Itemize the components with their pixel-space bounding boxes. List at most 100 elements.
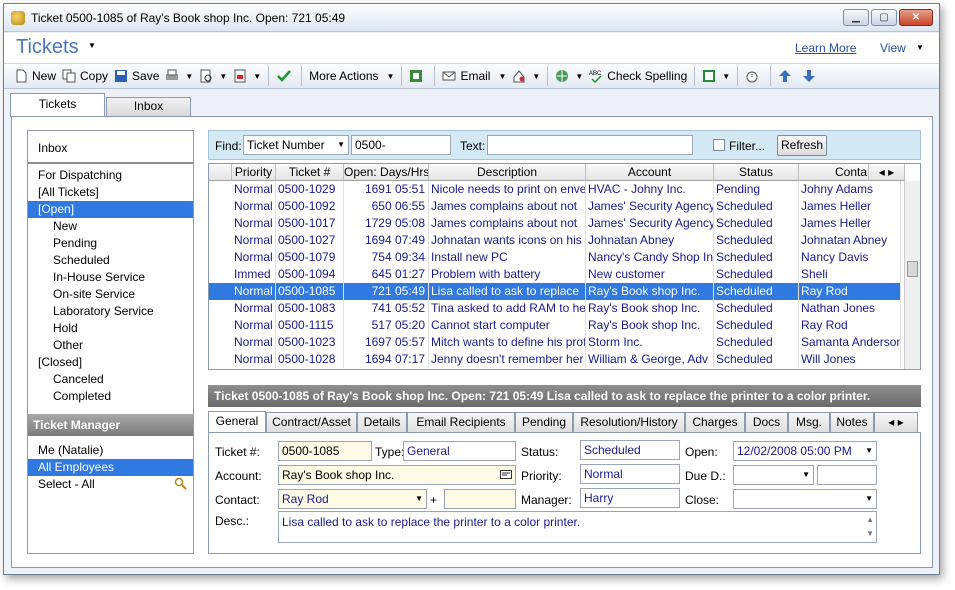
tab-notes[interactable]: Notes [830,412,874,432]
account-field[interactable]: Ray's Book shop Inc. [278,465,516,485]
chevron-down-icon[interactable]: ▼ [916,43,924,52]
maximize-button[interactable]: ▢ [871,9,897,26]
more-actions-button[interactable]: More Actions ▼ [306,65,397,87]
new-button[interactable]: New [11,65,59,87]
chevron-down-icon[interactable]: ▼ [415,490,423,508]
learn-more-link[interactable]: Learn More [795,41,856,55]
table-row[interactable]: Normal 0500-1017 1729 05:08 James complains… [209,215,901,232]
column-header-status[interactable]: Status [714,164,799,181]
send-button[interactable]: ▼ [509,65,543,87]
view-menu[interactable]: View [880,41,906,55]
sidebar-item-canceled[interactable]: Canceled [28,371,193,388]
column-header-ticket[interactable]: Ticket # [276,164,344,181]
column-header-description[interactable]: Description [429,164,586,181]
manager-item-me[interactable]: Me (Natalie) [28,442,193,459]
chevron-down-icon[interactable]: ▼ [337,136,345,154]
email-button[interactable]: Email ▼ [439,65,509,87]
chevron-down-icon[interactable]: ▼ [865,490,873,508]
description-field[interactable]: Lisa called to ask to replace the printe… [278,511,877,543]
tab-contract-asset[interactable]: Contract/Asset [266,412,357,432]
sidebar-item-other[interactable]: Other [28,337,193,354]
priority-field[interactable]: Normal [580,464,680,484]
chevron-down-icon[interactable]: ▼ [219,72,227,81]
column-header-account[interactable]: Account [586,164,714,181]
tab-scroll-arrows[interactable]: ◂ ▸ [874,412,918,432]
type-field[interactable]: General [403,441,516,461]
chevron-down-icon[interactable]: ▼ [802,466,810,484]
card-icon[interactable] [500,469,512,484]
due-date-field[interactable]: ▼ [733,465,814,485]
chevron-down-icon[interactable]: ▼ [88,41,96,50]
chevron-down-icon[interactable]: ▼ [575,72,583,81]
vertical-scrollbar[interactable] [904,181,920,369]
tab-inbox[interactable]: Inbox [106,97,191,116]
export-button[interactable]: ▼ [699,65,733,87]
sidebar-item-hold[interactable]: Hold [28,320,193,337]
module-title[interactable]: Tickets [16,36,79,59]
open-date-field[interactable]: 12/02/2008 05:00 PM ▼ [733,441,877,461]
sidebar-item-laboratory-service[interactable]: Laboratory Service [28,303,193,320]
sidebar-item-for-dispatching[interactable]: For Dispatching [28,167,193,184]
tab-email-recipients[interactable]: Email Recipients [407,412,515,432]
status-field[interactable]: Scheduled [580,440,680,460]
tab-charges[interactable]: Charges [685,412,745,432]
chevron-down-icon[interactable]: ▼ [185,72,193,81]
title-bar[interactable]: Ticket 0500-1085 of Ray's Book shop Inc.… [4,4,939,32]
manager-item-all-employees[interactable]: All Employees [28,459,193,476]
column-header-priority[interactable]: Priority [232,164,276,181]
filter-label[interactable]: Filter... [729,139,765,153]
sidebar-item-pending[interactable]: Pending [28,235,193,252]
table-row[interactable]: Normal 0500-1083 741 05:52 Tina asked to ad… [209,300,901,317]
sync-button[interactable]: ▼ [552,65,586,87]
find-field-select[interactable]: Ticket Number ▼ [243,135,349,155]
tab-details[interactable]: Details [357,412,407,432]
table-row[interactable]: Normal 0500-1027 1694 07:49 Johnatan wants … [209,232,901,249]
table-row[interactable]: Normal 0500-1085 721 05:49 Lisa called to a… [209,283,901,300]
copy-button[interactable]: Copy [59,65,111,87]
pdf-button[interactable]: ▼ [230,65,264,87]
table-row[interactable]: Normal 0500-1028 1694 07:17 Jenny doesn't r… [209,351,901,368]
chevron-down-icon[interactable]: ▼ [722,72,730,81]
check-spelling-button[interactable]: ABC Check Spelling [586,65,690,87]
tab-tickets[interactable]: Tickets [10,93,105,117]
close-date-field[interactable]: ▼ [733,489,877,509]
chevron-down-icon[interactable]: ▼ [253,72,261,81]
manager-field[interactable]: Harry [580,488,680,508]
complete-button[interactable] [273,65,297,87]
column-header-contact[interactable]: Conta [799,164,869,181]
column-header-open[interactable]: Open: Days/Hrs [344,164,429,181]
text-input[interactable] [487,135,693,155]
column-scroll-arrows[interactable]: ◂ ▸ [869,164,905,181]
description-scrollbar[interactable]: ▲ ▼ [866,513,874,541]
chevron-down-icon[interactable]: ▼ [387,72,395,81]
ticket-number-field[interactable]: 0500-1085 [278,441,372,461]
sidebar-item-closed[interactable]: [Closed] [28,354,193,371]
print-button[interactable]: ▼ [162,65,196,87]
table-row[interactable]: Normal 0500-1023 1697 05:57 Mitch wants to … [209,334,901,351]
tab-pending[interactable]: Pending [515,412,573,432]
table-row[interactable]: Normal 0500-1092 650 06:55 James complains … [209,198,901,215]
tab-resolution-history[interactable]: Resolution/History [573,412,685,432]
sidebar-item-in-house-service[interactable]: In-House Service [28,269,193,286]
scrollbar-thumb[interactable] [907,261,918,277]
manager-item-select-all[interactable]: Select - All [28,476,193,493]
filter-checkbox[interactable] [713,139,725,151]
tab-msg[interactable]: Msg. [788,412,830,432]
table-row[interactable]: Normal 0500-1115 517 05:20 Cannot start com… [209,317,901,334]
preview-button[interactable]: ▼ [196,65,230,87]
chevron-down-icon[interactable]: ▼ [865,442,873,460]
save-button[interactable]: Save [111,65,162,87]
previous-button[interactable] [775,65,799,87]
contact-field[interactable]: Ray Rod ▼ [278,489,427,509]
add-contact-icon[interactable]: + [430,493,437,507]
timer-button[interactable] [742,65,766,87]
minimize-button[interactable]: ▁ [843,9,869,26]
next-button[interactable] [799,65,823,87]
close-button[interactable]: ✕ [899,9,933,26]
tab-general[interactable]: General [208,411,266,433]
refresh-button[interactable]: Refresh [777,135,827,156]
sidebar-item-inbox[interactable]: Inbox [28,140,193,157]
sidebar-item-all-tickets[interactable]: [All Tickets] [28,184,193,201]
contact-phone-field[interactable] [444,489,516,509]
due-time-field[interactable] [817,465,877,485]
